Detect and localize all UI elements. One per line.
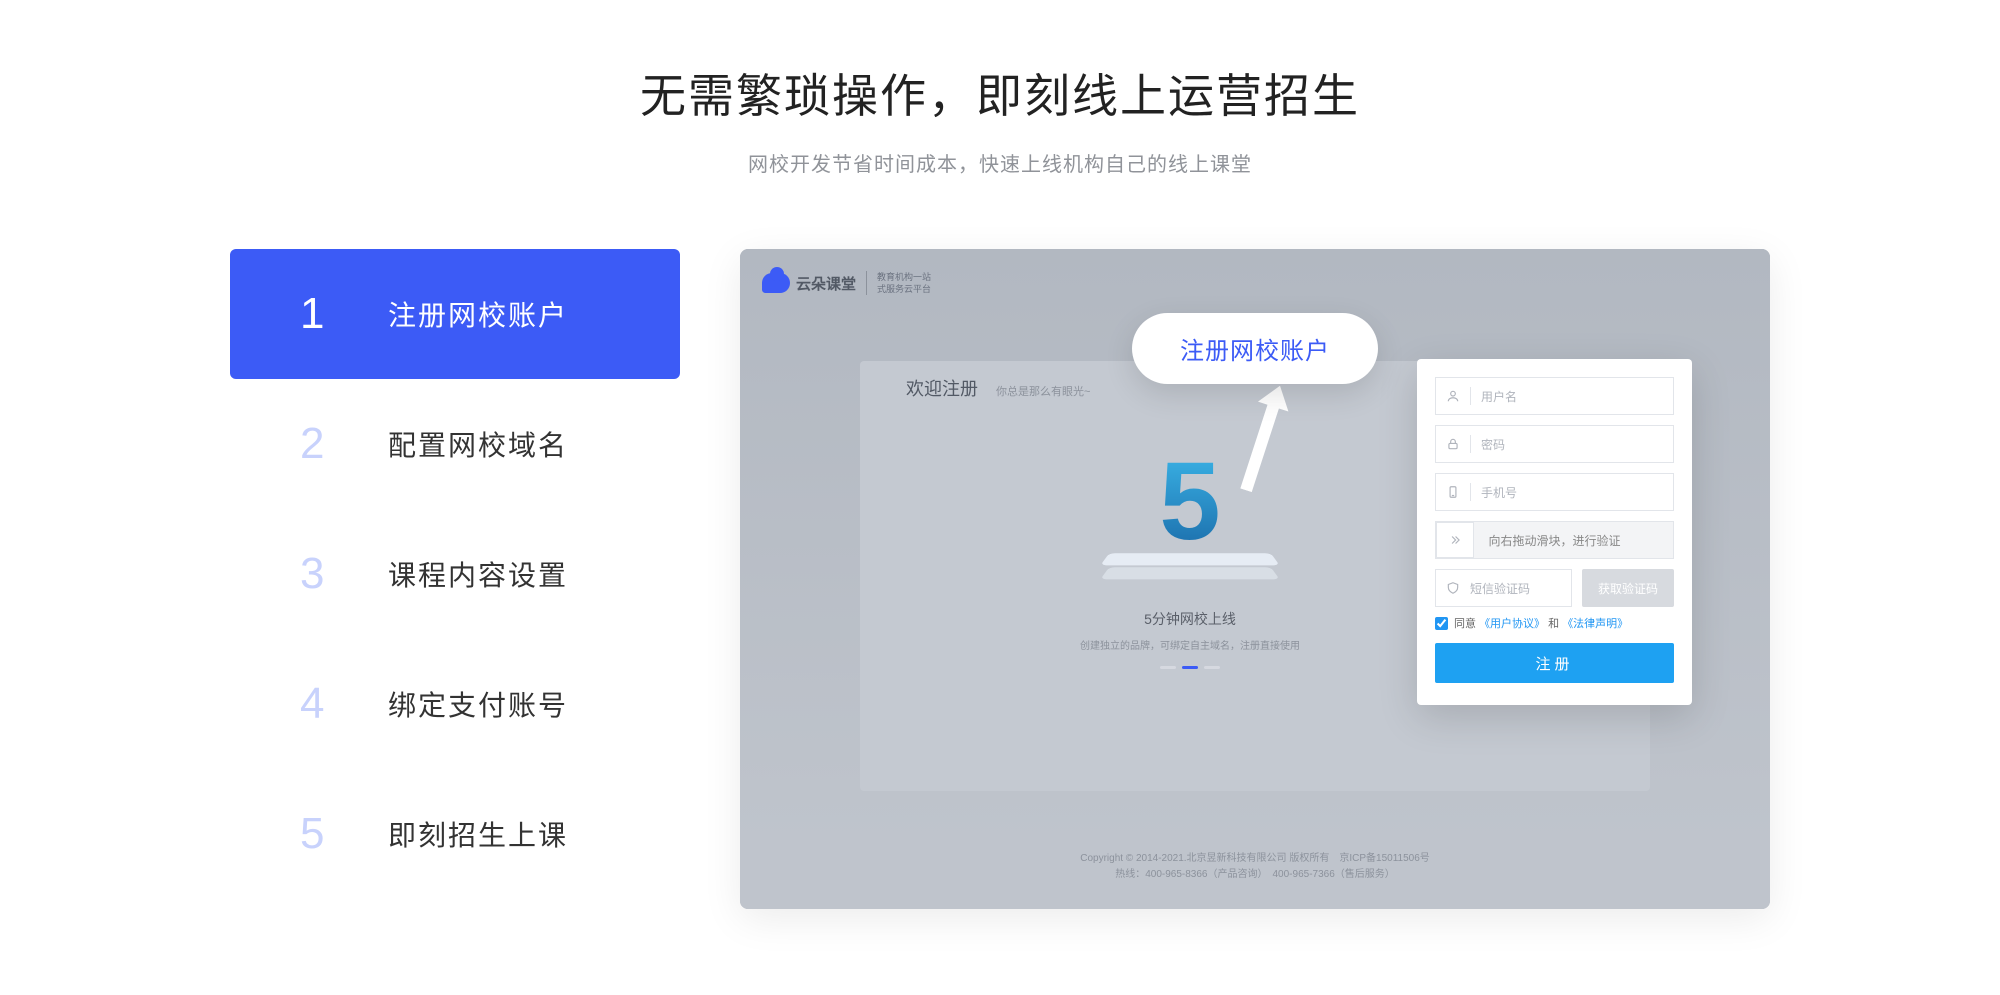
dot-active[interactable] (1182, 666, 1198, 669)
placeholder: 短信验证码 (1470, 580, 1530, 597)
preview-topbar: 云朵课堂 教育机构一站 式服务云平台 (762, 271, 931, 295)
step-number: 3 (300, 549, 360, 599)
phone-icon (1446, 485, 1460, 499)
step-label: 注册网校账户 (388, 294, 568, 334)
slider-captcha[interactable]: 向右拖动滑块，进行验证 (1435, 521, 1674, 559)
slider-text: 向右拖动滑块，进行验证 (1488, 532, 1620, 549)
brand-tagline: 教育机构一站 式服务云平台 (866, 271, 931, 295)
user-agreement-link[interactable]: 《用户协议》 (1479, 618, 1545, 630)
double-arrow-right-icon (1448, 533, 1462, 547)
platform-graphic (1105, 547, 1275, 597)
username-field[interactable]: 用户名 (1435, 377, 1674, 415)
placeholder: 密码 (1481, 436, 1505, 453)
placeholder: 手机号 (1481, 484, 1517, 501)
steps-nav: 1 注册网校账户 2 配置网校域名 3 课程内容设置 4 绑定支付账号 5 即刻… (230, 249, 680, 909)
step-configure-domain[interactable]: 2 配置网校域名 (230, 379, 680, 509)
register-form: 用户名 密码 手机号 向右拖动滑块，进行验证 (1417, 359, 1692, 705)
carousel-dots (1050, 666, 1330, 669)
step-start-teaching[interactable]: 5 即刻招生上课 (230, 769, 680, 899)
step-course-content[interactable]: 3 课程内容设置 (230, 509, 680, 639)
cloud-icon (762, 273, 790, 293)
dot[interactable] (1204, 666, 1220, 669)
step-label: 课程内容设置 (388, 554, 568, 594)
page-title: 无需繁琐操作，即刻线上运营招生 (0, 60, 2000, 126)
preview-footer: Copyright © 2014-2021.北京昱新科技有限公司 版权所有 京I… (740, 851, 1770, 883)
step-number: 5 (300, 809, 360, 859)
register-submit-button[interactable]: 注册 (1435, 643, 1674, 683)
icp-link[interactable]: 京ICP备15011506号 (1339, 853, 1429, 864)
password-field[interactable]: 密码 (1435, 425, 1674, 463)
step-label: 绑定支付账号 (388, 684, 568, 724)
illus-title: 5分钟网校上线 (1050, 609, 1330, 629)
register-title: 欢迎注册 (906, 375, 978, 401)
agree-checkbox[interactable] (1435, 617, 1448, 630)
step-label: 即刻招生上课 (388, 814, 568, 854)
center-illustration: 5 5分钟网校上线 创建独立的品牌，可绑定自主域名，注册直接使用 (1050, 447, 1330, 669)
user-icon (1446, 389, 1460, 403)
slider-handle[interactable] (1436, 522, 1474, 558)
step-label: 配置网校域名 (388, 424, 568, 464)
step-register-account[interactable]: 1 注册网校账户 (230, 249, 680, 379)
agree-row[interactable]: 同意 《用户协议》 和 《法律声明》 (1435, 615, 1674, 631)
step-bind-payment[interactable]: 4 绑定支付账号 (230, 639, 680, 769)
get-code-button[interactable]: 获取验证码 (1582, 569, 1674, 607)
register-slogan: 你总是那么有眼光~ (996, 383, 1090, 399)
step-number: 1 (300, 289, 360, 339)
shield-icon (1446, 581, 1460, 595)
dot[interactable] (1160, 666, 1176, 669)
pill-callout: 注册网校账户 (1132, 313, 1378, 384)
sms-code-field[interactable]: 短信验证码 (1435, 569, 1572, 607)
legal-statement-link[interactable]: 《法律声明》 (1562, 618, 1628, 630)
page-subtitle: 网校开发节省时间成本，快速上线机构自己的线上课堂 (0, 148, 2000, 177)
big-number: 5 (1050, 447, 1330, 557)
step-number: 2 (300, 419, 360, 469)
placeholder: 用户名 (1481, 388, 1517, 405)
phone-field[interactable]: 手机号 (1435, 473, 1674, 511)
illus-desc: 创建独立的品牌，可绑定自主域名，注册直接使用 (1050, 637, 1330, 652)
lock-icon (1446, 437, 1460, 451)
brand-name: 云朵课堂 (796, 273, 856, 294)
brand-logo: 云朵课堂 (762, 273, 856, 294)
preview-panel: 云朵课堂 教育机构一站 式服务云平台 欢迎注册 你总是那么有眼光~ 已有账号? … (740, 249, 1770, 909)
step-number: 4 (300, 679, 360, 729)
